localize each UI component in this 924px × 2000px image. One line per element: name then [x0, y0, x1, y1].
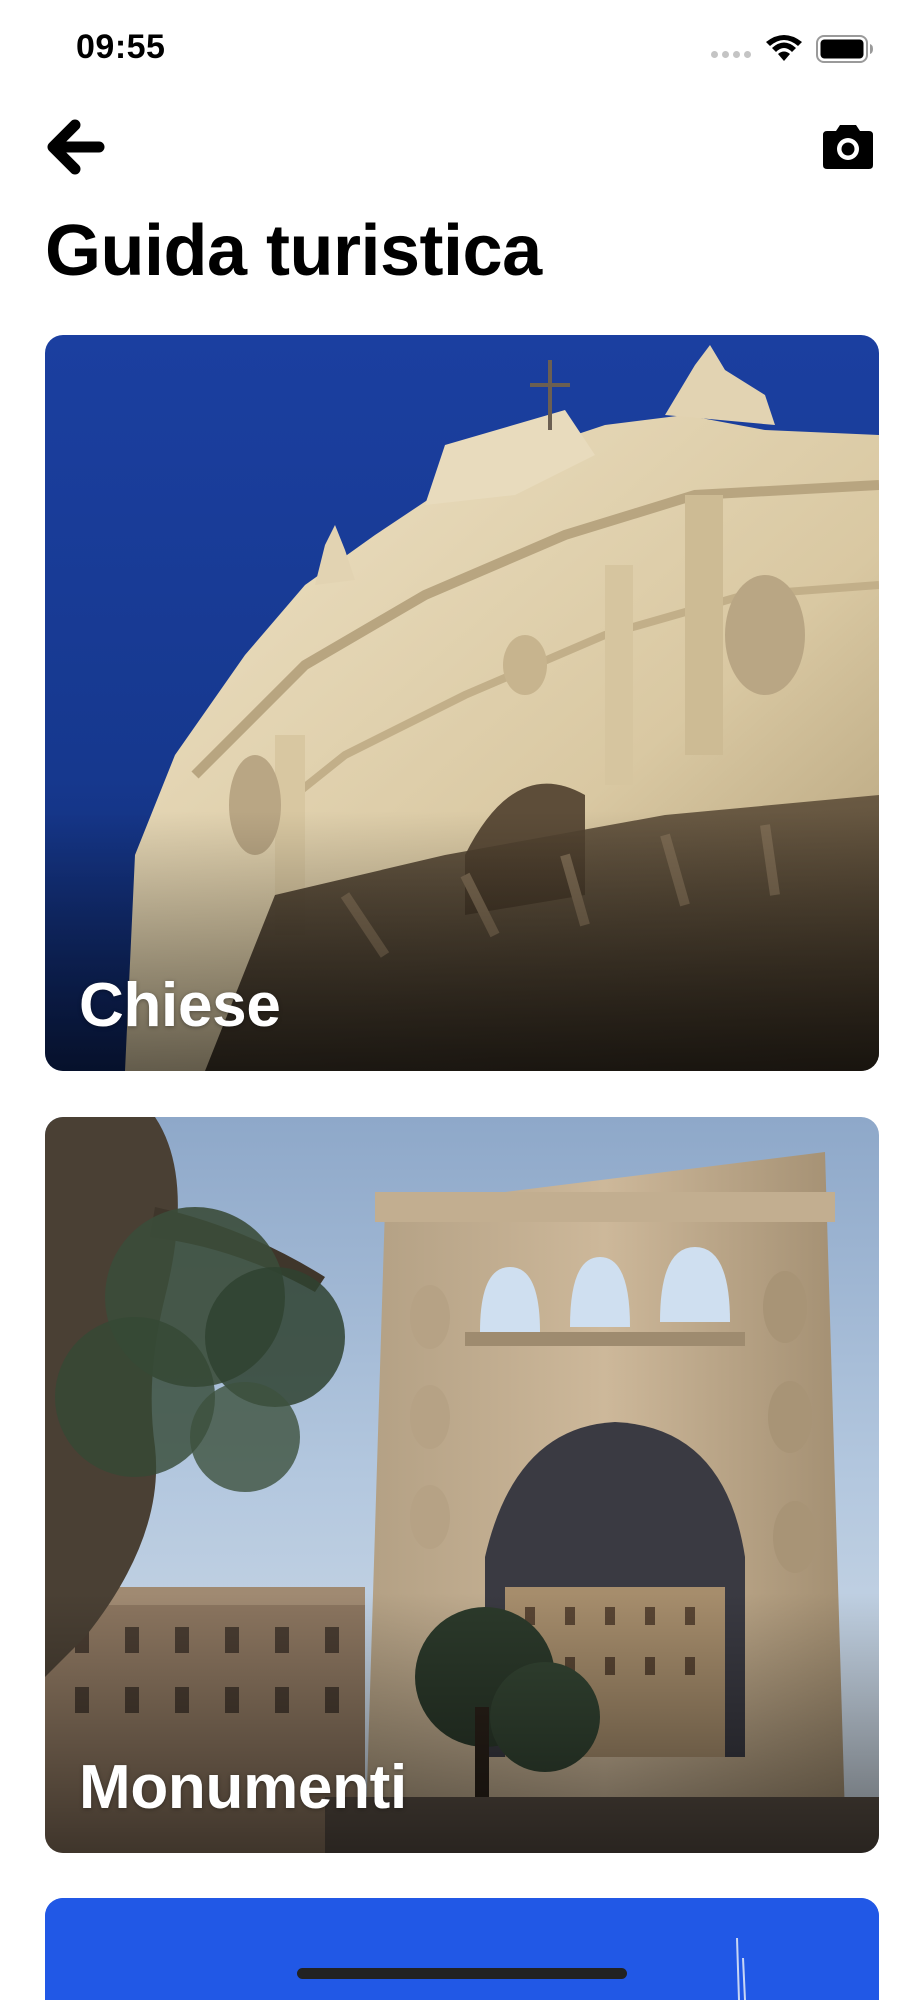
- status-time: 09:55: [76, 28, 166, 66]
- camera-button[interactable]: [812, 112, 884, 182]
- status-bar: 09:55: [0, 0, 924, 100]
- category-label: Chiese: [79, 971, 281, 1040]
- home-indicator[interactable]: [297, 1968, 627, 1979]
- category-card-monumenti[interactable]: Monumenti: [45, 1117, 879, 1853]
- category-label: Monumenti: [79, 1753, 407, 1822]
- back-button[interactable]: [40, 112, 110, 182]
- sky-image: [45, 1898, 879, 2000]
- camera-icon: [823, 125, 873, 169]
- battery-icon: [816, 35, 873, 63]
- screen: 09:55 Guida turistica Chiese Monumenti: [0, 0, 924, 2000]
- category-card-chiese[interactable]: Chiese: [45, 335, 879, 1071]
- arrow-left-icon: [47, 119, 105, 175]
- signal-dots-icon: [711, 51, 751, 58]
- page-title: Guida turistica: [45, 211, 542, 291]
- wifi-icon: [766, 35, 802, 61]
- category-card-partial[interactable]: [45, 1898, 879, 2000]
